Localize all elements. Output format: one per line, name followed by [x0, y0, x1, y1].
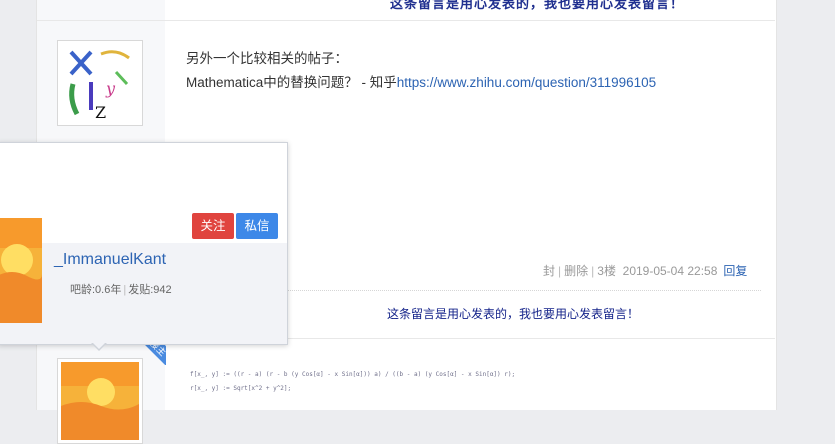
- card-stats: 吧龄:0.6年 | 发贴:942: [70, 281, 172, 297]
- post-meta: 封 | 删除 | 3楼 2019-05-04 22:58 回复: [543, 262, 747, 279]
- previous-signature: 这条留言是用心发表的，我也要用心发表留言！: [390, 0, 685, 11]
- post-content: 另外一个比较相关的帖子： Mathematica中的替换问题？ - 知乎http…: [186, 47, 656, 95]
- bar-age: 吧龄:0.6年: [70, 284, 122, 296]
- user-popup-card: 关注 私信 _ImmanuelKant 吧龄:0.6年 | 发贴:942: [0, 142, 288, 345]
- code-line: f[x_, y] := ((r - a) (r - b (y Cos[α] - …: [190, 371, 516, 378]
- code-image: f[x_, y] := ((r - a) (r - b (y Cos[α] - …: [190, 372, 515, 392]
- code-line: r[x_, y] := Sqrt[x^2 + y^2];: [190, 385, 292, 392]
- post-divider: [37, 20, 775, 21]
- zhihu-link[interactable]: https://www.zhihu.com/question/311996105: [397, 75, 656, 90]
- reply-link[interactable]: 回复: [723, 264, 747, 278]
- avatar-image: y Z: [61, 44, 139, 122]
- author-avatar[interactable]: [57, 358, 143, 444]
- card-username[interactable]: _ImmanuelKant: [54, 251, 166, 269]
- svg-text:Z: Z: [95, 103, 106, 122]
- post-count: 发贴:942: [128, 284, 172, 296]
- floor-number: 3楼: [597, 264, 616, 278]
- card-avatar[interactable]: [0, 218, 42, 323]
- follow-button[interactable]: 关注: [192, 213, 234, 239]
- meta-separator: |: [558, 264, 562, 278]
- post-text-prefix: Mathematica中的替换问题？ - 知乎: [186, 75, 397, 90]
- stats-separator: |: [123, 284, 127, 296]
- avatar-image: [0, 218, 42, 323]
- user-signature: 这条留言是用心发表的，我也要用心发表留言！: [387, 307, 640, 321]
- delete-link[interactable]: 删除: [564, 264, 588, 278]
- post-line: 另外一个比较相关的帖子：: [186, 51, 348, 66]
- author-avatar[interactable]: y Z: [57, 40, 143, 126]
- post-datetime: 2019-05-04 22:58: [622, 264, 718, 278]
- post-line: Mathematica中的替换问题？ - 知乎https://www.zhihu…: [186, 71, 656, 95]
- seal-link[interactable]: 封: [543, 264, 555, 278]
- message-button[interactable]: 私信: [236, 213, 278, 239]
- meta-separator: |: [591, 264, 595, 278]
- avatar-image: [61, 362, 139, 440]
- card-pointer-fill: [92, 342, 106, 349]
- svg-text:y: y: [105, 79, 116, 98]
